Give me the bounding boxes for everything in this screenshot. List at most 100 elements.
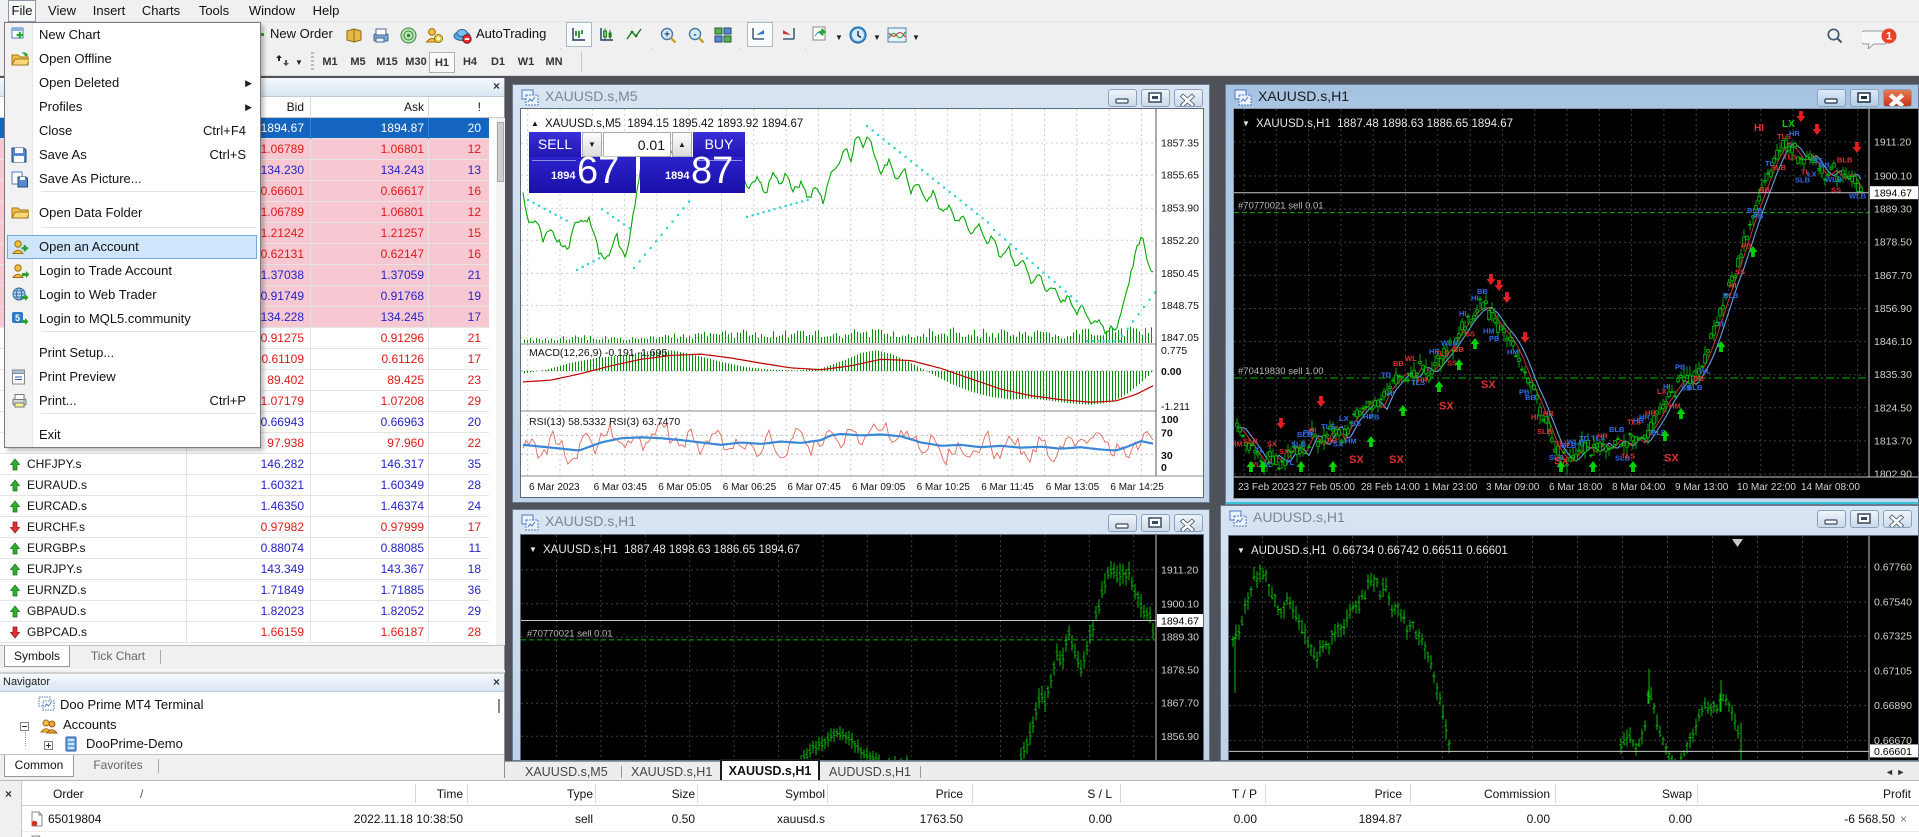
svg-text:TLS: TLS xyxy=(1783,152,1797,161)
svg-text:BB: BB xyxy=(1525,393,1536,402)
svg-text:PB: PB xyxy=(1369,413,1380,422)
svg-text:0.67325: 0.67325 xyxy=(1874,631,1912,643)
svg-text:SLB: SLB xyxy=(1243,436,1259,445)
svg-text:HI: HI xyxy=(1531,413,1539,422)
svg-text:HI: HI xyxy=(1387,389,1395,398)
svg-text:+: + xyxy=(664,30,670,41)
svg-text:TL: TL xyxy=(1255,446,1265,455)
svg-text:#70770021 sell 0.01: #70770021 sell 0.01 xyxy=(1238,201,1324,212)
svg-text:PB: PB xyxy=(1753,212,1764,221)
svg-text:AUDUSD.s,H1 0.66734 0.66742 0: AUDUSD.s,H1 0.66734 0.66742 0.66511 0.66… xyxy=(1251,545,1508,557)
svg-text:HI: HI xyxy=(1663,382,1671,391)
svg-text:WL: WL xyxy=(1405,354,1417,363)
svg-text:BB: BB xyxy=(1819,161,1830,170)
svg-text:SX: SX xyxy=(1389,454,1404,466)
svg-text:1835.30: 1835.30 xyxy=(1874,369,1912,381)
svg-text:SX: SX xyxy=(1349,454,1364,466)
svg-text:SX: SX xyxy=(1664,452,1679,464)
svg-text:PB: PB xyxy=(1489,334,1500,343)
svg-text:#70419830 sell 1.00: #70419830 sell 1.00 xyxy=(1238,366,1324,377)
svg-text:6 Mar 13:05: 6 Mar 13:05 xyxy=(1046,482,1100,493)
svg-text:1 Mar 23:00: 1 Mar 23:00 xyxy=(1424,482,1478,493)
svg-text:HI: HI xyxy=(1309,426,1317,435)
svg-text:HI: HI xyxy=(1754,123,1764,134)
svg-text:1878.50: 1878.50 xyxy=(1874,237,1912,249)
svg-text:WLB: WLB xyxy=(1825,175,1843,184)
svg-text:HM: HM xyxy=(1234,440,1243,449)
svg-text:TL: TL xyxy=(1717,320,1727,329)
svg-text:BB: BB xyxy=(1477,287,1488,296)
svg-text:HM: HM xyxy=(1507,347,1519,356)
svg-text:SLB: SLB xyxy=(1771,163,1787,172)
svg-text:XAUUSD.s,H1 1887.48 1898.63 1: XAUUSD.s,H1 1887.48 1898.63 1886.65 1894… xyxy=(1256,118,1513,130)
svg-text:70: 70 xyxy=(1161,428,1173,440)
svg-text:9 Mar 13:00: 9 Mar 13:00 xyxy=(1675,482,1729,493)
svg-text:1850.45: 1850.45 xyxy=(1161,268,1199,280)
svg-text:27 Feb 05:00: 27 Feb 05:00 xyxy=(1296,482,1355,493)
svg-text:BB: BB xyxy=(1453,345,1464,354)
svg-text:1802.90: 1802.90 xyxy=(1874,469,1912,481)
svg-text:SX: SX xyxy=(1267,440,1277,449)
svg-text:5: 5 xyxy=(15,313,20,323)
svg-text:1848.75: 1848.75 xyxy=(1161,300,1199,312)
svg-text:LX: LX xyxy=(1807,169,1817,178)
svg-text:SX: SX xyxy=(1333,439,1343,448)
svg-text:PB: PB xyxy=(1741,241,1752,250)
svg-text:-1.211: -1.211 xyxy=(1161,401,1190,413)
svg-text:HM: HM xyxy=(1345,436,1357,445)
svg-text:6 Mar 11:45: 6 Mar 11:45 xyxy=(981,482,1034,493)
svg-text:1856.90: 1856.90 xyxy=(1874,303,1912,315)
svg-text:XAUUSD.s,M5 1894.15 1895.42 1: XAUUSD.s,M5 1894.15 1895.42 1893.92 1894… xyxy=(545,118,803,130)
svg-text:10 Mar 22:00: 10 Mar 22:00 xyxy=(1737,482,1796,493)
svg-text:SX: SX xyxy=(1279,447,1289,456)
svg-text:XAUUSD.s,H1 1887.48 1898.63 1: XAUUSD.s,H1 1887.48 1898.63 1886.65 1894… xyxy=(543,544,800,556)
svg-text:1856.90: 1856.90 xyxy=(1161,731,1199,743)
svg-text:HR: HR xyxy=(1789,129,1800,138)
svg-text:1889.30: 1889.30 xyxy=(1161,631,1199,643)
svg-text:6 Mar 06:25: 6 Mar 06:25 xyxy=(723,482,777,493)
svg-text:HM: HM xyxy=(1669,401,1681,410)
svg-text:1867.70: 1867.70 xyxy=(1874,270,1912,282)
svg-text:LX: LX xyxy=(1339,414,1349,423)
svg-text:TD: TD xyxy=(1381,370,1392,379)
svg-text:6 Mar 05:05: 6 Mar 05:05 xyxy=(658,482,712,493)
svg-text:1: 1 xyxy=(1886,31,1892,43)
svg-text:6 Mar 03:45: 6 Mar 03:45 xyxy=(594,482,648,493)
svg-text:TLS: TLS xyxy=(1321,422,1335,431)
svg-text:6 Mar 07:45: 6 Mar 07:45 xyxy=(787,482,841,493)
svg-text:100: 100 xyxy=(1161,414,1179,426)
svg-text:BB: BB xyxy=(1393,359,1404,368)
svg-text:BLB: BLB xyxy=(1723,291,1739,300)
svg-text:3 Mar 09:00: 3 Mar 09:00 xyxy=(1486,482,1540,493)
svg-text:28 Feb 14:00: 28 Feb 14:00 xyxy=(1361,482,1420,493)
svg-text:LX: LX xyxy=(1782,119,1795,130)
svg-text:8 Mar 04:00: 8 Mar 04:00 xyxy=(1612,482,1666,493)
svg-text:0.66890: 0.66890 xyxy=(1874,700,1912,712)
svg-text:HI: HI xyxy=(1729,281,1737,290)
svg-text:RSI(13) 58.5332 RSI(3) 63.747: RSI(13) 58.5332 RSI(3) 63.7470 xyxy=(529,416,680,428)
svg-text:HR: HR xyxy=(1417,376,1428,385)
svg-text:BLB: BLB xyxy=(1609,425,1625,434)
svg-text:1852.20: 1852.20 xyxy=(1161,235,1199,247)
svg-text:PB: PB xyxy=(1675,362,1686,371)
svg-text:6 Mar 2023: 6 Mar 2023 xyxy=(529,482,580,493)
svg-text:1857.35: 1857.35 xyxy=(1161,138,1199,150)
svg-text:1847.05: 1847.05 xyxy=(1161,332,1199,344)
svg-text:TLS: TLS xyxy=(1621,452,1635,461)
svg-text:SS: SS xyxy=(1465,329,1475,338)
svg-text:BB: BB xyxy=(1693,374,1704,383)
svg-text:▼: ▼ xyxy=(1242,119,1250,128)
svg-text:1824.50: 1824.50 xyxy=(1874,402,1912,414)
svg-text:1846.10: 1846.10 xyxy=(1874,336,1912,348)
svg-text:1900.10: 1900.10 xyxy=(1874,171,1912,183)
svg-text:1911.20: 1911.20 xyxy=(1161,564,1198,576)
svg-text:TLS: TLS xyxy=(1435,349,1449,358)
svg-text:0.67540: 0.67540 xyxy=(1874,597,1912,609)
svg-text:MACD(12,26,9) -0.191 -1.695: MACD(12,26,9) -0.191 -1.695 xyxy=(529,347,667,359)
svg-text:6 Mar 09:05: 6 Mar 09:05 xyxy=(852,482,906,493)
svg-text:1813.70: 1813.70 xyxy=(1874,435,1912,447)
svg-text:1853.90: 1853.90 xyxy=(1161,203,1199,215)
svg-text:14 Mar 08:00: 14 Mar 08:00 xyxy=(1801,482,1860,493)
svg-text:6 Mar 10:25: 6 Mar 10:25 xyxy=(917,482,971,493)
svg-text:WL: WL xyxy=(1699,366,1711,375)
